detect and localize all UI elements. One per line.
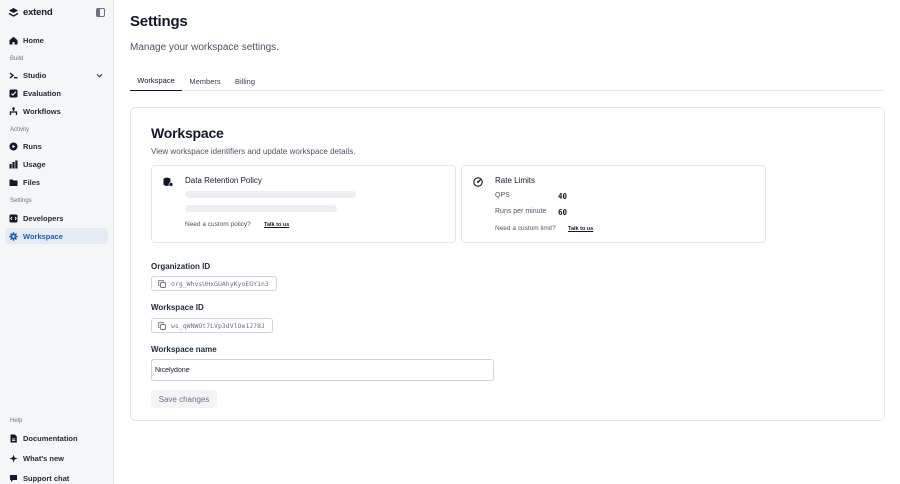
rate-limits-title: Rate Limits — [495, 176, 536, 185]
sidebar-item-label: Documentation — [23, 433, 78, 443]
brand[interactable]: extend — [8, 6, 53, 18]
brand-name: extend — [23, 6, 53, 18]
data-retention-panel: Data Retention Policy Need a custom poli… — [151, 165, 456, 243]
chevron-down-icon[interactable] — [95, 71, 103, 79]
rate-limit-help-text: Need a custom limit? — [495, 225, 556, 232]
usage-icon — [9, 160, 18, 169]
sidebar-item-label: Files — [23, 177, 41, 187]
copy-icon — [158, 321, 166, 330]
workspace-card: Workspace View workspace identifiers and… — [130, 107, 885, 421]
workspace-name-label: Workspace name — [151, 345, 217, 354]
section-label-activity: Activity — [10, 127, 30, 133]
sidebar-item-label: Usage — [23, 159, 46, 169]
sidebar-item-developers[interactable]: Developers — [5, 210, 108, 226]
sidebar-item-label: What's new — [23, 453, 64, 463]
section-label-settings: Settings — [10, 198, 32, 204]
sidebar-item-files[interactable]: Files — [5, 174, 108, 190]
page-subtitle: Manage your workspace settings. — [130, 42, 279, 53]
gauge-icon — [473, 177, 483, 187]
sidebar-item-label: Workspace — [23, 231, 63, 241]
sidebar-item-evaluation[interactable]: Evaluation — [5, 85, 108, 101]
sidebar: extend Home Build Studio Evaluation Work… — [0, 0, 114, 484]
loading-skeleton — [185, 205, 337, 212]
loading-skeleton — [185, 191, 356, 198]
sidebar-item-documentation[interactable]: Documentation — [5, 430, 108, 446]
sidebar-item-home[interactable]: Home — [5, 32, 108, 48]
tab-workspace[interactable]: Workspace — [130, 71, 182, 91]
workspace-name-input[interactable] — [151, 359, 494, 381]
sidebar-item-label: Studio — [23, 70, 47, 80]
tab-billing[interactable]: Billing — [228, 71, 262, 91]
rate-limit-talk-to-us-link[interactable]: Talk to us — [568, 226, 593, 232]
collapse-sidebar-icon[interactable] — [95, 7, 105, 17]
runs-per-minute-label: Runs per minute — [495, 208, 547, 215]
database-icon — [163, 177, 173, 187]
sidebar-item-label: Workflows — [23, 106, 61, 116]
sidebar-item-workflows[interactable]: Workflows — [5, 103, 108, 119]
tab-members[interactable]: Members — [184, 71, 226, 91]
extend-logo-icon — [8, 7, 19, 18]
retention-help-text: Need a custom policy? — [185, 221, 251, 228]
data-retention-title: Data Retention Policy — [185, 176, 262, 185]
sidebar-item-label: Home — [23, 35, 44, 45]
sidebar-item-runs[interactable]: Runs — [5, 138, 108, 154]
files-icon — [9, 178, 18, 187]
sidebar-item-support-chat[interactable]: Support chat — [5, 470, 108, 484]
qps-value: 40 — [558, 192, 568, 201]
main-content: Settings Manage your workspace settings.… — [114, 0, 900, 484]
save-changes-button[interactable]: Save changes — [151, 390, 217, 408]
sparkle-icon — [9, 454, 18, 463]
developers-icon — [9, 214, 18, 223]
sidebar-item-usage[interactable]: Usage — [5, 156, 108, 172]
workspace-card-title: Workspace — [151, 125, 224, 141]
workspace-id-copy-field[interactable]: ws_qWNWOt7LVp3dVlOe1J78J — [151, 318, 273, 333]
workspace-id-value: ws_qWNWOt7LVp3dVlOe1J78J — [171, 321, 265, 330]
evaluation-icon — [9, 89, 18, 98]
section-label-build: Build — [10, 56, 24, 62]
retention-talk-to-us-link[interactable]: Talk to us — [264, 222, 289, 228]
copy-icon — [158, 279, 166, 288]
studio-icon — [9, 71, 18, 80]
organization-id-copy-field[interactable]: org_WhvsUHxGUAhyKyoEGY1n3 — [151, 276, 277, 291]
sidebar-item-whats-new[interactable]: What's new — [5, 450, 108, 466]
page-title: Settings — [130, 13, 188, 30]
settings-tabs: Workspace Members Billing — [130, 71, 884, 91]
chat-icon — [9, 474, 18, 483]
sidebar-item-label: Evaluation — [23, 88, 61, 98]
rate-limits-panel: Rate Limits QPS 40 Runs per minute 60 Ne… — [461, 165, 766, 243]
organization-id-label: Organization ID — [151, 262, 211, 271]
workspace-gear-icon — [9, 231, 18, 241]
documentation-icon — [9, 434, 18, 443]
sidebar-item-label: Support chat — [23, 473, 70, 483]
sidebar-item-label: Developers — [23, 213, 64, 223]
workflows-icon — [9, 106, 18, 116]
workspace-id-label: Workspace ID — [151, 303, 204, 312]
workspace-card-subtitle: View workspace identifiers and update wo… — [151, 147, 356, 156]
sidebar-item-workspace[interactable]: Workspace — [5, 228, 108, 244]
sidebar-item-studio[interactable]: Studio — [5, 67, 108, 83]
sidebar-item-label: Runs — [23, 141, 42, 151]
organization-id-value: org_WhvsUHxGUAhyKyoEGY1n3 — [171, 279, 269, 288]
qps-label: QPS — [495, 192, 510, 199]
home-icon — [9, 36, 18, 45]
runs-per-minute-value: 60 — [558, 208, 568, 217]
section-label-help: Help — [10, 418, 23, 424]
runs-icon — [9, 142, 18, 151]
